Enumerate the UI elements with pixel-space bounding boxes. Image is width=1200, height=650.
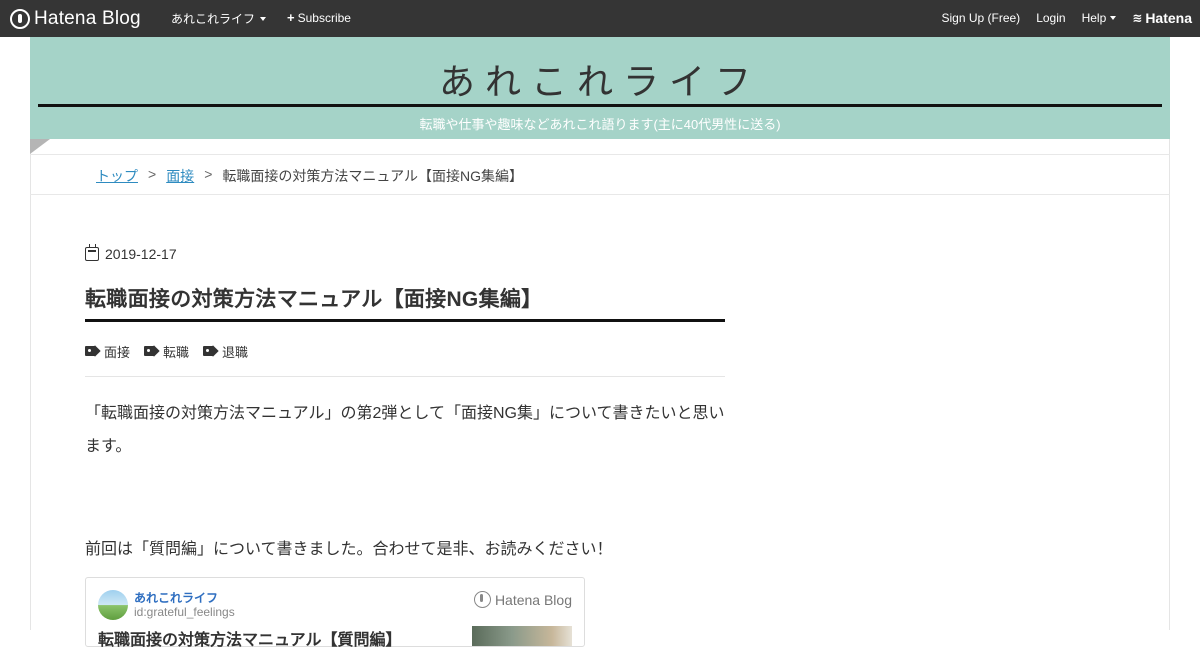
tag-label: 面接	[104, 344, 131, 360]
subscribe-button[interactable]: + Subscribe	[287, 10, 351, 25]
embed-hatena-blog-logo: Hatena Blog	[473, 591, 572, 608]
tag-link[interactable]: 退職	[203, 342, 248, 361]
breadcrumb-bar: トップ > 面接 > 転職面接の対策方法マニュアル【面接NG集編】	[30, 154, 1170, 195]
global-header-right: Sign Up (Free) Login Help ≋ Hatena	[941, 10, 1192, 26]
hatena-wave-icon: ≋	[1132, 11, 1143, 25]
hatena-blog-logo-text: Hatena Blog	[34, 7, 141, 29]
content-divider	[85, 376, 725, 377]
entry-title[interactable]: 転職面接の対策方法マニュアル【面接NG集編】	[85, 283, 725, 322]
calendar-icon	[85, 244, 99, 261]
breadcrumb-separator: >	[204, 166, 213, 182]
hatena-logo[interactable]: ≋ Hatena	[1132, 10, 1192, 26]
help-label: Help	[1081, 11, 1107, 25]
hatena-blog-logo-icon	[10, 8, 30, 29]
breadcrumb-category-link[interactable]: 面接	[166, 166, 194, 186]
breadcrumb-top-link[interactable]: トップ	[96, 166, 138, 186]
global-header-bar: Hatena Blog あれこれライフ + Subscribe Sign Up …	[0, 0, 1200, 37]
tag-icon	[144, 345, 159, 357]
blog-header: あれこれライフ 転職や仕事や趣味などあれこれ語ります(主に40代男性に送る)	[30, 37, 1170, 139]
entry-date[interactable]: 2019-12-17	[85, 244, 725, 263]
plus-icon: +	[287, 10, 295, 25]
tag-icon	[85, 345, 100, 357]
article-paragraph: 「転職面接の対策方法マニュアル」の第2弾として「面接NG集」について書きたいと思…	[85, 405, 725, 455]
tag-link[interactable]: 面接	[85, 342, 130, 361]
breadcrumb-current: 転職面接の対策方法マニュアル【面接NG集編】	[222, 168, 523, 184]
header-divider	[38, 104, 1162, 107]
breadcrumb: トップ > 面接 > 転職面接の対策方法マニュアル【面接NG集編】	[96, 166, 523, 186]
subscribe-label: Subscribe	[297, 10, 351, 25]
breadcrumb-separator: >	[148, 166, 157, 182]
blog-menu-dropdown[interactable]: あれこれライフ	[171, 10, 267, 27]
blog-title[interactable]: あれこれライフ	[30, 53, 1170, 105]
article-paragraph: 前回は「質問編」について書きました。合わせて是非、お読みください！	[85, 541, 613, 558]
entry-tags: 面接 転職 退職	[85, 342, 725, 360]
help-dropdown[interactable]: Help	[1082, 11, 1117, 25]
blog-description: 転職や仕事や趣味などあれこれ語ります(主に40代男性に送る)	[419, 117, 781, 132]
hatena-logo-text: Hatena	[1145, 10, 1192, 26]
embed-user-id: id:grateful_feelings	[134, 605, 235, 619]
hatena-blog-logo-icon	[473, 591, 491, 608]
blog-menu-label: あれこれライフ	[171, 12, 256, 26]
embed-brand-text: Hatena Blog	[494, 591, 572, 608]
tag-label: 転職	[163, 344, 190, 360]
article: 2019-12-17 転職面接の対策方法マニュアル【面接NG集編】 面接 転職 …	[85, 244, 725, 566]
embedded-blog-card[interactable]: あれこれライフ id:grateful_feelings Hatena Blog…	[85, 577, 585, 649]
login-link[interactable]: Login	[1036, 11, 1065, 25]
chevron-down-icon	[1110, 16, 1117, 20]
entry-date-text: 2019-12-17	[105, 246, 177, 262]
embed-thumbnail	[472, 626, 572, 646]
avatar	[98, 590, 128, 620]
tag-link[interactable]: 転職	[144, 342, 189, 361]
signup-link[interactable]: Sign Up (Free)	[941, 11, 1020, 25]
tag-label: 退職	[222, 344, 249, 360]
tag-icon	[203, 345, 218, 357]
chevron-down-icon	[260, 16, 267, 21]
corner-fold-decoration	[30, 139, 50, 154]
hatena-blog-logo[interactable]: Hatena Blog	[10, 6, 141, 31]
embed-blog-name[interactable]: あれこれライフ	[134, 589, 218, 606]
